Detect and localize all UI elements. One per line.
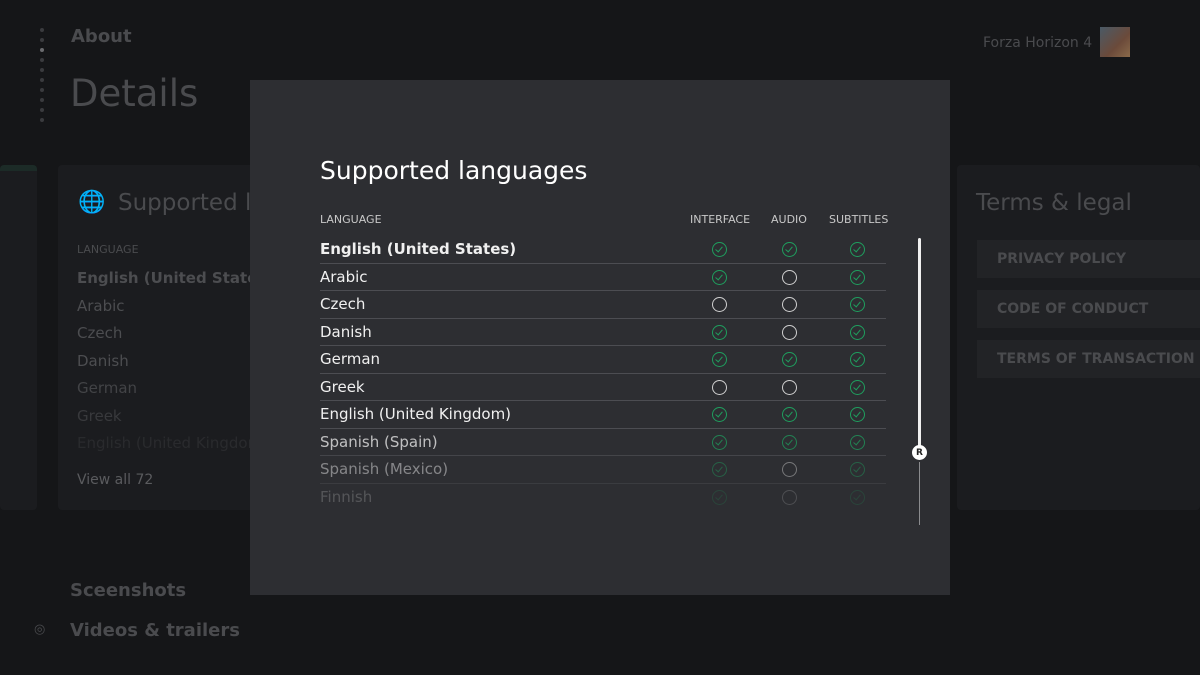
page-indicator: [40, 28, 46, 128]
globe-icon: 🌐: [78, 190, 106, 215]
terms-of-transaction-button[interactable]: TERMS OF TRANSACTION: [977, 340, 1200, 378]
check-circle-icon: [850, 407, 865, 422]
scrollbar-track-filled[interactable]: [918, 238, 921, 452]
empty-circle-icon: [782, 379, 797, 395]
check-circle-icon: [850, 324, 865, 340]
language-name: Arabic: [320, 267, 368, 286]
supported-languages-dialog: Supported languages LANGUAGE INTERFACE A…: [250, 80, 950, 595]
check-circle-icon: [712, 324, 727, 340]
table-row[interactable]: Spanish (Spain): [320, 429, 886, 456]
check-circle-icon: [712, 434, 727, 450]
check-circle-icon: [782, 434, 797, 450]
table-row[interactable]: Finnish: [320, 484, 886, 512]
table-row[interactable]: Spanish (Mexico): [320, 456, 886, 484]
view-all-link[interactable]: View all 72: [77, 472, 153, 488]
check-circle-icon: [782, 242, 797, 257]
language-name: Greek: [320, 377, 365, 396]
videos-section[interactable]: Videos & trailers: [70, 620, 240, 641]
empty-circle-icon: [782, 324, 797, 340]
check-circle-icon: [850, 352, 865, 367]
check-circle-icon: [850, 269, 865, 285]
empty-circle-icon: [712, 297, 727, 312]
language-name: Danish: [320, 322, 372, 341]
scrollbar-track[interactable]: [919, 462, 920, 525]
check-circle-icon: [850, 434, 865, 450]
header-audio: AUDIO: [771, 213, 807, 226]
dialog-title: Supported languages: [320, 156, 588, 185]
header-interface: INTERFACE: [690, 213, 751, 226]
column-header: LANGUAGE: [77, 243, 139, 256]
check-circle-icon: [712, 352, 727, 367]
table-row[interactable]: Czech: [320, 291, 886, 319]
check-circle-icon: [712, 242, 727, 257]
game-thumbnail: [1100, 27, 1130, 57]
terms-card: Terms & legal PRIVACY POLICY CODE OF CON…: [957, 165, 1200, 510]
left-card[interactable]: [0, 165, 37, 510]
empty-circle-icon: [782, 297, 797, 312]
header-language: LANGUAGE: [320, 213, 382, 226]
check-circle-icon: [850, 242, 865, 257]
check-circle-icon: [850, 379, 865, 395]
right-stick-icon[interactable]: R: [912, 445, 927, 460]
check-circle-icon: [782, 352, 797, 367]
game-title: Forza Horizon 4: [983, 35, 1093, 51]
empty-circle-icon: [712, 379, 727, 395]
table-row[interactable]: Arabic: [320, 264, 886, 291]
check-circle-icon: [712, 407, 727, 422]
header-subtitles: SUBTITLES: [829, 213, 889, 226]
check-circle-icon: [712, 462, 727, 477]
table-row[interactable]: German: [320, 346, 886, 374]
table-row[interactable]: English (United States): [320, 236, 886, 264]
language-name: German: [320, 350, 381, 369]
empty-circle-icon: [782, 269, 797, 285]
video-icon: ◎: [34, 622, 46, 637]
language-name: Finnish: [320, 488, 373, 507]
table-row[interactable]: Greek: [320, 374, 886, 401]
language-name: English (United States): [320, 240, 517, 259]
language-name: Spanish (Spain): [320, 432, 438, 451]
page-title: Details: [70, 72, 199, 115]
check-circle-icon: [712, 489, 727, 505]
section-label: About: [71, 26, 132, 47]
table-row[interactable]: Danish: [320, 319, 886, 346]
language-name: Czech: [320, 295, 366, 314]
empty-circle-icon: [782, 489, 797, 505]
language-name: English (United Kingdom): [320, 405, 512, 424]
terms-title: Terms & legal: [976, 190, 1132, 216]
check-circle-icon: [850, 462, 865, 477]
code-of-conduct-button[interactable]: CODE OF CONDUCT: [977, 290, 1200, 328]
privacy-policy-button[interactable]: PRIVACY POLICY: [977, 240, 1200, 278]
language-name: Spanish (Mexico): [320, 460, 449, 479]
check-circle-icon: [712, 269, 727, 285]
table-row[interactable]: English (United Kingdom): [320, 401, 886, 429]
screenshots-section[interactable]: Sceenshots: [70, 580, 186, 601]
check-circle-icon: [782, 407, 797, 422]
empty-circle-icon: [782, 462, 797, 477]
check-circle-icon: [850, 489, 865, 505]
check-circle-icon: [850, 297, 865, 312]
